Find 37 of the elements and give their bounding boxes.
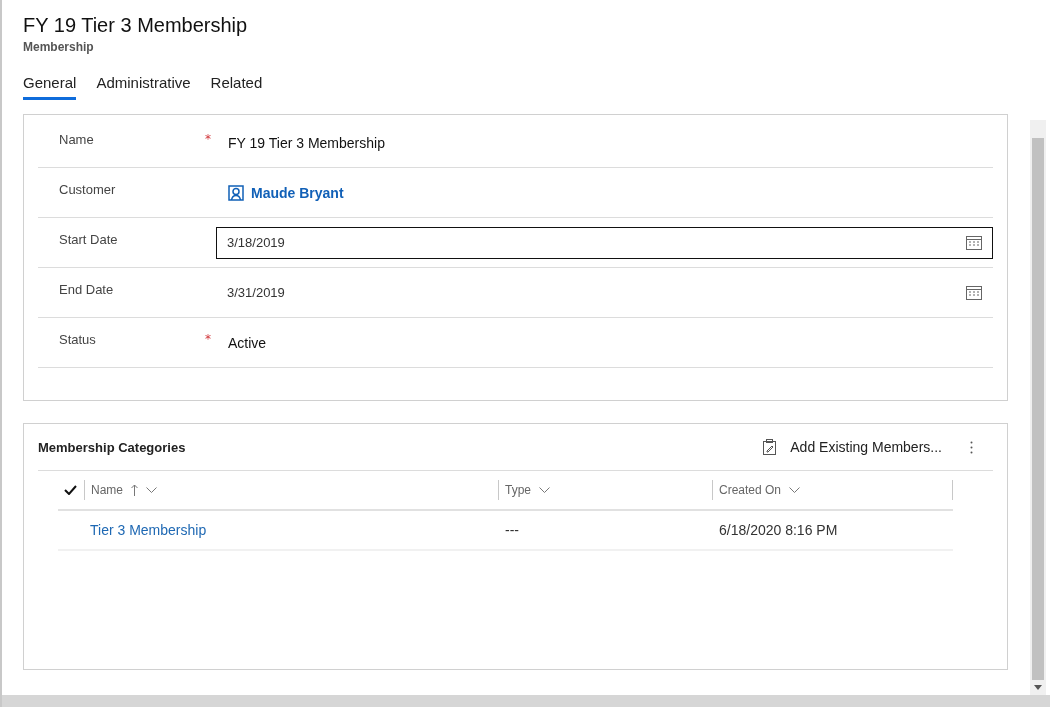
subgrid-title: Membership Categories <box>38 439 186 455</box>
date-value: 3/18/2019 <box>227 235 285 250</box>
field-value[interactable]: FY 19 Tier 3 Membership <box>218 134 385 151</box>
customer-link[interactable]: Maude Bryant <box>218 184 993 201</box>
date-field[interactable]: 3/31/2019 <box>216 276 993 309</box>
table-cell-text: --- <box>504 522 520 538</box>
chevron-down-icon <box>789 486 801 494</box>
chevron-down-icon <box>539 486 550 494</box>
field-label: End Date <box>58 281 115 297</box>
add-existing-button[interactable]: Add Existing Members... <box>763 439 942 455</box>
column-header[interactable]: Name <box>84 480 498 500</box>
tab[interactable]: General <box>23 74 77 100</box>
required-marker: * <box>205 131 211 146</box>
field-label: Name <box>58 131 95 147</box>
date-field[interactable]: 3/18/2019 <box>216 226 993 259</box>
row-name-link[interactable]: Tier 3 Membership <box>84 522 498 538</box>
contact-icon <box>228 184 244 201</box>
entity-name: Membership <box>23 40 95 54</box>
column-header[interactable]: Created On <box>712 480 807 500</box>
date-value: 3/31/2019 <box>227 285 285 300</box>
chevron-down-icon <box>146 486 157 494</box>
required-marker: * <box>205 331 211 346</box>
calendar-icon[interactable] <box>966 235 982 250</box>
field-label: Start Date <box>58 231 119 247</box>
clipboard-icon <box>763 439 777 455</box>
field-value[interactable]: Active <box>218 334 267 351</box>
field-label: Customer <box>58 181 117 197</box>
tab[interactable]: Related <box>210 74 263 100</box>
table-cell-text: 6/18/2020 8:16 PM <box>718 522 839 538</box>
record-title: FY 19 Tier 3 Membership <box>23 14 249 37</box>
calendar-icon[interactable] <box>966 285 982 300</box>
column-header[interactable]: Type <box>498 480 712 500</box>
scrollbar[interactable] <box>1030 120 1046 695</box>
scroll-down-icon[interactable] <box>1034 685 1042 690</box>
select-all-checkmark-icon[interactable] <box>64 485 77 495</box>
tab[interactable]: Administrative <box>96 74 191 100</box>
field-label: Status <box>58 331 97 347</box>
